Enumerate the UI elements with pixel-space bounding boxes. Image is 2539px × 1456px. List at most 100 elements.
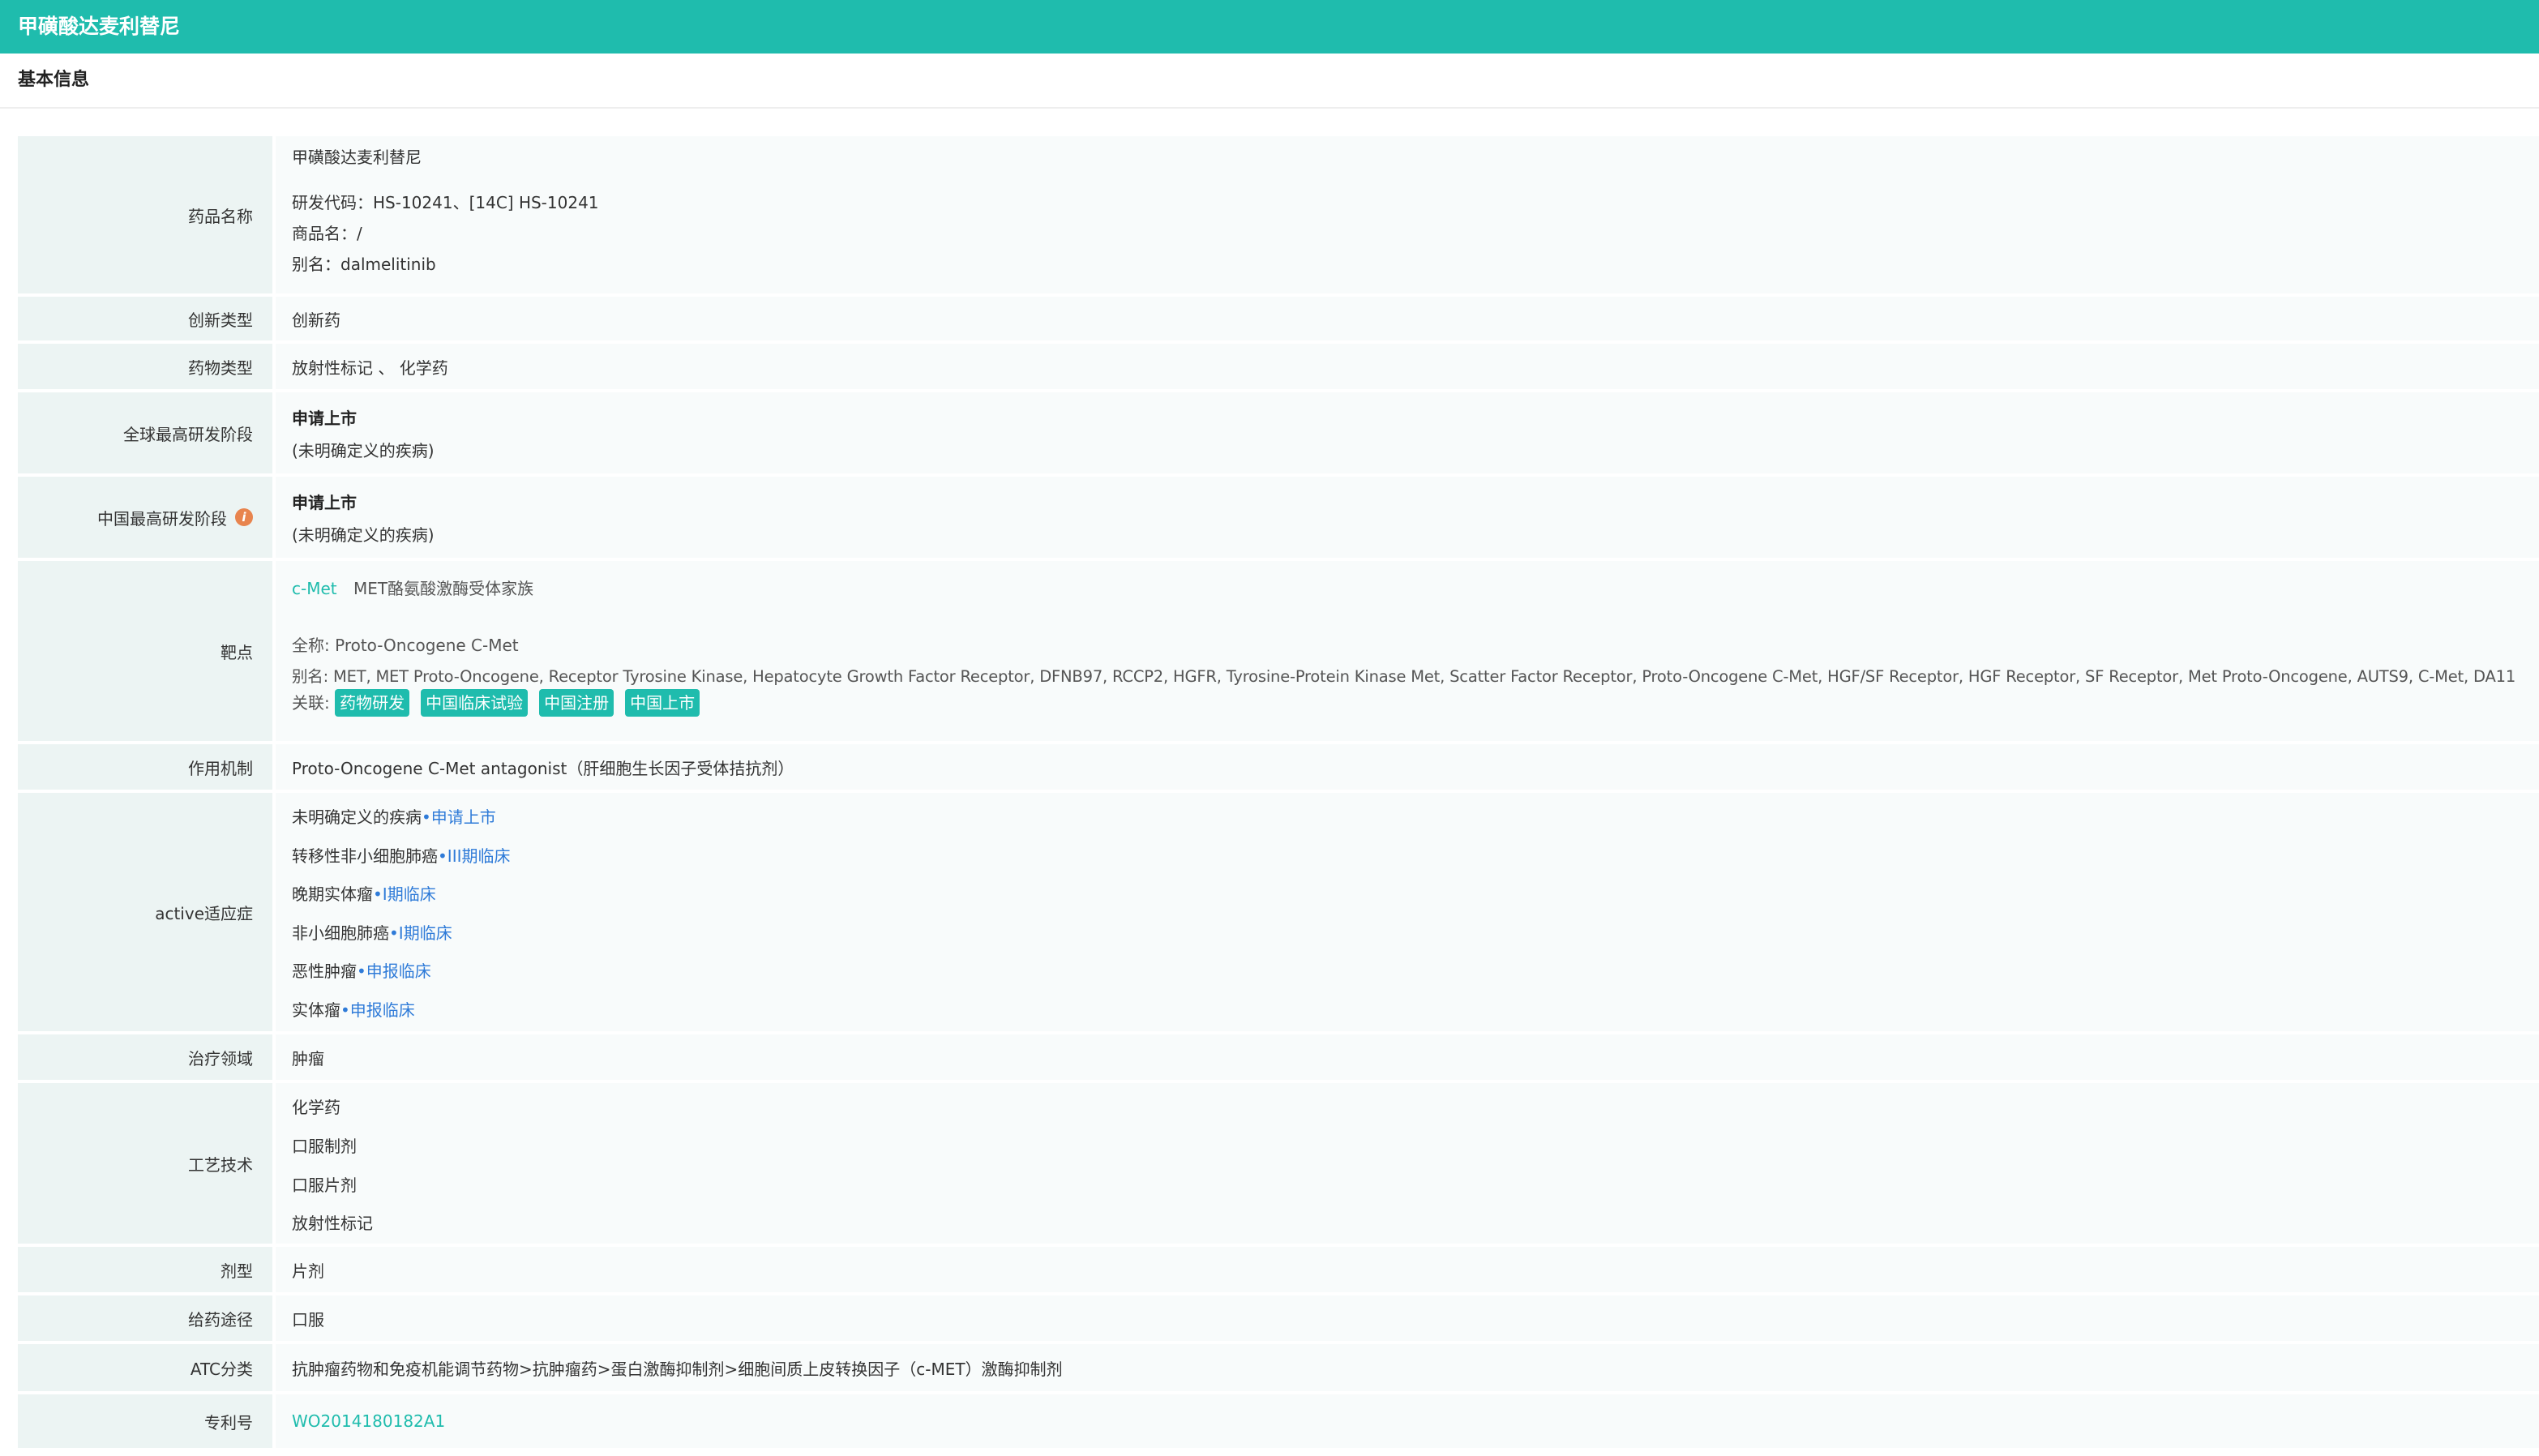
china-stage-value: 申请上市	[292, 493, 357, 512]
row-therapy-area: 治疗领域 肿瘤	[18, 1034, 2539, 1080]
label-text: 给药途径	[188, 1309, 253, 1330]
row-china-stage: 中国最高研发阶段 i 申请上市 (未明确定义的疾病)	[18, 477, 2539, 558]
label-text: 全球最高研发阶段	[123, 424, 253, 444]
china-stage-note: (未明确定义的疾病)	[292, 525, 435, 545]
row-atc: ATC分类 抗肿瘤药物和免疫机能调节药物>抗肿瘤药>蛋白激酶抑制剂>细胞间质上皮…	[18, 1344, 2539, 1391]
value-technology: 化学药 口服制剂 口服片剂 放射性标记	[276, 1083, 2539, 1244]
row-global-stage: 全球最高研发阶段 申请上市 (未明确定义的疾病)	[18, 392, 2539, 473]
bullet-icon: •	[422, 807, 431, 827]
label-text: 专利号	[204, 1412, 253, 1432]
patent-link[interactable]: WO2014180182A1	[292, 1411, 445, 1431]
indication-item: 转移性非小细胞肺癌•III期临床	[292, 843, 511, 867]
indication-stage-link[interactable]: 申报临床	[366, 961, 431, 981]
indication-stage-link[interactable]: Ⅰ期临床	[383, 884, 436, 904]
value-route: 口服	[276, 1295, 2539, 1341]
atc-value: 抗肿瘤药物和免疫机能调节药物>抗肿瘤药>蛋白激酶抑制剂>细胞间质上皮转换因子（c…	[292, 1359, 1063, 1379]
indication-stage-link[interactable]: 申请上市	[431, 807, 496, 827]
dosage-form-value: 片剂	[292, 1261, 324, 1281]
tag-china-market[interactable]: 中国上市	[625, 689, 700, 717]
technology-item: 放射性标记	[292, 1214, 373, 1233]
therapy-area-value: 肿瘤	[292, 1048, 324, 1068]
technology-item: 口服制剂	[292, 1137, 357, 1156]
row-patent: 专利号 WO2014180182A1	[18, 1394, 2539, 1448]
bullet-icon: •	[340, 1000, 350, 1020]
label-text: 工艺技术	[188, 1154, 253, 1175]
value-drug-type: 放射性标记 、 化学药	[276, 344, 2539, 389]
mechanism-value: Proto-Oncogene C-Met antagonist（肝细胞生长因子受…	[292, 758, 794, 778]
row-indications: active适应症 未明确定义的疾病•申请上市 转移性非小细胞肺癌•III期临床…	[18, 793, 2539, 1031]
label-innovation: 创新类型	[18, 297, 272, 340]
indication-disease: 实体瘤	[292, 1000, 340, 1020]
drug-code: 研发代码：HS-10241、[14C] HS-10241	[292, 193, 599, 212]
indication-disease: 转移性非小细胞肺癌	[292, 846, 438, 866]
value-dosage-form: 片剂	[276, 1247, 2539, 1292]
row-innovation: 创新类型 创新药	[18, 297, 2539, 340]
info-icon[interactable]: i	[235, 508, 253, 526]
value-china-stage: 申请上市 (未明确定义的疾病)	[276, 477, 2539, 558]
tag-china-clinical[interactable]: 中国临床试验	[421, 689, 529, 717]
label-global-stage: 全球最高研发阶段	[18, 392, 272, 473]
label-text: 靶点	[221, 642, 253, 662]
bullet-icon: •	[438, 846, 447, 866]
label-text: 治疗领域	[188, 1048, 253, 1068]
label-text: 剂型	[221, 1261, 253, 1281]
row-target: 靶点 c-Met MET酪氨酸激酶受体家族 全称: Proto-Oncogene…	[18, 561, 2539, 741]
indication-disease: 未明确定义的疾病	[292, 807, 422, 827]
row-drug-type: 药物类型 放射性标记 、 化学药	[18, 344, 2539, 389]
value-innovation: 创新药	[276, 297, 2539, 340]
tag-china-registration[interactable]: 中国注册	[539, 689, 614, 717]
label-route: 给药途径	[18, 1295, 272, 1341]
label-patent: 专利号	[18, 1394, 272, 1448]
label-text: 创新类型	[188, 310, 253, 330]
bullet-icon: •	[373, 884, 383, 904]
target-fullname: Proto-Oncogene C-Met	[335, 636, 519, 655]
label-technology: 工艺技术	[18, 1083, 272, 1244]
value-drug-name: 甲磺酸达麦利替尼 研发代码：HS-10241、[14C] HS-10241 商品…	[276, 136, 2539, 293]
row-technology: 工艺技术 化学药 口服制剂 口服片剂 放射性标记	[18, 1083, 2539, 1244]
technology-item: 化学药	[292, 1098, 340, 1117]
row-route: 给药途径 口服	[18, 1295, 2539, 1341]
global-stage-note: (未明确定义的疾病)	[292, 441, 435, 460]
indication-item: 实体瘤•申报临床	[292, 997, 415, 1021]
bullet-icon: •	[389, 923, 399, 943]
label-text: 药品名称	[188, 206, 253, 226]
indication-item: 恶性肿瘤•申报临床	[292, 958, 431, 982]
target-link[interactable]: c-Met	[292, 579, 337, 598]
target-family: MET酪氨酸激酶受体家族	[353, 579, 534, 598]
target-fullname-label: 全称:	[292, 636, 330, 655]
drug-alias: 别名：dalmelitinib	[292, 255, 436, 274]
value-mechanism: Proto-Oncogene C-Met antagonist（肝细胞生长因子受…	[276, 744, 2539, 790]
global-stage-value: 申请上市	[292, 409, 357, 428]
indication-item: 晚期实体瘤•Ⅰ期临床	[292, 881, 436, 905]
indication-stage-link[interactable]: 申报临床	[350, 1000, 415, 1020]
label-text: 作用机制	[188, 758, 253, 778]
label-mechanism: 作用机制	[18, 744, 272, 790]
drug-type-value: 放射性标记 、 化学药	[292, 358, 448, 378]
section-title: 基本信息	[0, 54, 2539, 109]
label-drug-name: 药品名称	[18, 136, 272, 293]
target-alias-label: 别名:	[292, 667, 328, 686]
tag-drug-rd[interactable]: 药物研发	[335, 689, 410, 717]
value-atc: 抗肿瘤药物和免疫机能调节药物>抗肿瘤药>蛋白激酶抑制剂>细胞间质上皮转换因子（c…	[276, 1344, 2539, 1391]
label-drug-type: 药物类型	[18, 344, 272, 389]
window-title: 甲磺酸达麦利替尼	[0, 0, 2539, 54]
indication-disease: 恶性肿瘤	[292, 961, 357, 981]
indication-disease: 晚期实体瘤	[292, 884, 373, 904]
indication-stage-link[interactable]: Ⅰ期临床	[399, 923, 452, 943]
label-china-stage: 中国最高研发阶段 i	[18, 477, 272, 558]
label-text: ATC分类	[190, 1359, 253, 1379]
indication-stage-link[interactable]: III期临床	[447, 846, 511, 866]
label-indications: active适应症	[18, 793, 272, 1031]
bullet-icon: •	[357, 961, 366, 981]
value-global-stage: 申请上市 (未明确定义的疾病)	[276, 392, 2539, 473]
indication-disease: 非小细胞肺癌	[292, 923, 389, 943]
target-related-label: 关联:	[292, 693, 330, 713]
row-drug-name: 药品名称 甲磺酸达麦利替尼 研发代码：HS-10241、[14C] HS-102…	[18, 136, 2539, 293]
value-patent: WO2014180182A1	[276, 1394, 2539, 1448]
technology-item: 口服片剂	[292, 1176, 357, 1195]
label-target: 靶点	[18, 561, 272, 741]
label-text: 中国最高研发阶段	[97, 508, 227, 529]
drug-name: 甲磺酸达麦利替尼	[292, 148, 422, 167]
target-alias: MET, MET Proto-Oncogene, Receptor Tyrosi…	[332, 667, 2516, 686]
row-dosage-form: 剂型 片剂	[18, 1247, 2539, 1292]
